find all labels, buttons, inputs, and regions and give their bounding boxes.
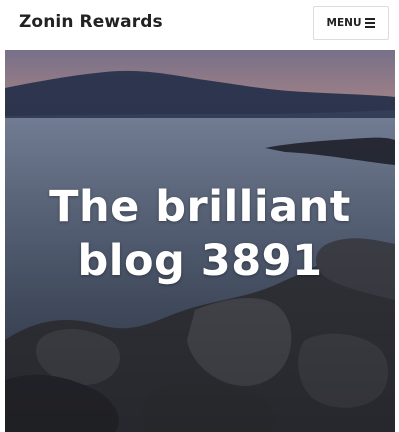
menu-button[interactable]: MENU	[313, 6, 389, 40]
menu-label: MENU	[326, 17, 362, 29]
hero-title: The brilliant blog 3891	[5, 180, 395, 288]
hero-title-line-1: The brilliant	[49, 182, 351, 232]
site-title[interactable]: Zonin Rewards	[19, 12, 163, 32]
hero-banner: The brilliant blog 3891	[5, 50, 395, 432]
hero-title-line-2: blog 3891	[77, 236, 323, 286]
hamburger-icon	[365, 18, 376, 28]
site-header: Zonin Rewards MENU	[0, 0, 399, 50]
